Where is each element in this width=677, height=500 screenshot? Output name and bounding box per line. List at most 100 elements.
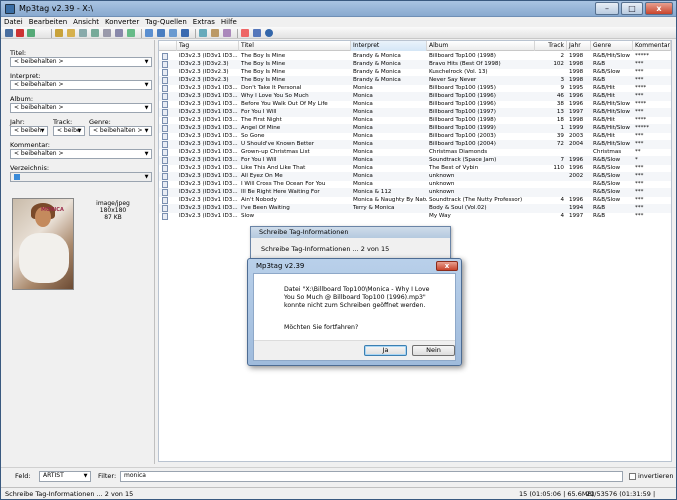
audio-file-icon xyxy=(162,133,168,140)
window-title: Mp3tag v2.39 - X:\ xyxy=(19,4,94,13)
album-cover[interactable]: MONICA xyxy=(12,198,74,290)
artist-combo[interactable]: < beibehalten > ▼ xyxy=(10,80,152,90)
help-icon[interactable] xyxy=(265,29,273,37)
maximize-button[interactable]: □ xyxy=(621,2,643,15)
field-value: ARTIST xyxy=(43,472,64,479)
options-icon[interactable] xyxy=(253,29,261,37)
cell-track: 4 xyxy=(560,213,564,219)
no-button[interactable]: Nein xyxy=(412,345,455,356)
audio-file-icon xyxy=(162,85,168,92)
comment-combo[interactable]: < beibehalten > ▼ xyxy=(10,149,152,159)
menu-tag-quellen[interactable]: Tag-Quellen xyxy=(142,17,190,27)
discogs-icon[interactable] xyxy=(223,29,231,37)
col-comment[interactable]: Kommentar xyxy=(633,41,671,51)
chevron-down-icon: ▼ xyxy=(144,82,149,88)
col-track[interactable]: Track xyxy=(535,41,567,51)
comment-label: Kommentar: xyxy=(10,141,50,149)
track-label: Track: xyxy=(53,118,73,126)
menu-bar: Datei Bearbeiten Ansicht Konverter Tag-Quell… xyxy=(1,17,676,27)
tag-tag-icon[interactable] xyxy=(181,29,189,37)
save-icon[interactable] xyxy=(5,29,13,37)
error-dialog: Mp3tag v2.39 x Datei "X:\Billboard Top10… xyxy=(247,258,462,366)
audio-file-icon xyxy=(162,149,168,156)
menu-bearbeiten[interactable]: Bearbeiten xyxy=(26,17,70,27)
audio-file-icon xyxy=(162,109,168,116)
col-title[interactable]: Titel xyxy=(239,41,351,51)
cell-tag: ID3v2.3 (ID3v1 ID3... xyxy=(179,213,238,219)
audio-file-icon xyxy=(162,53,168,60)
filename-tag-icon[interactable] xyxy=(157,29,165,37)
chevron-down-icon: ▼ xyxy=(144,128,149,134)
status-total: 21/53576 (01:31:59 | 92.4MB) xyxy=(586,490,656,498)
audio-file-icon xyxy=(162,181,168,188)
tag-filename-icon[interactable] xyxy=(145,29,153,37)
genre-combo[interactable]: < beibehalten > ▼ xyxy=(89,126,152,136)
chevron-down-icon: ▼ xyxy=(144,105,149,111)
directory-combo[interactable]: ▼ xyxy=(10,172,152,182)
year-value: < beibeh xyxy=(14,127,42,134)
table-row[interactable]: ID3v2.3 (ID3v1 ID3... Slow My Way 4 1997 R&B *… xyxy=(159,212,671,221)
music-icon[interactable] xyxy=(241,29,249,37)
menu-ansicht[interactable]: Ansicht xyxy=(70,17,102,27)
undo-icon[interactable] xyxy=(27,29,35,37)
toolbar xyxy=(1,27,676,39)
error-dialog-close-button[interactable]: x xyxy=(436,261,458,271)
remove-tag-icon[interactable] xyxy=(16,29,24,37)
col-tag[interactable]: Tag xyxy=(177,41,239,51)
invert-checkbox[interactable] xyxy=(629,473,636,480)
cut-icon[interactable] xyxy=(115,29,123,37)
progress-dialog-title: Schreibe Tag-Informationen xyxy=(251,227,450,238)
menu-konverter[interactable]: Konverter xyxy=(102,17,142,27)
playlist-icon[interactable] xyxy=(79,29,87,37)
album-value: < beibehalten > xyxy=(14,104,64,111)
track-combo[interactable]: < beibe ▼ xyxy=(53,126,85,136)
album-combo[interactable]: < beibehalten > ▼ xyxy=(10,103,152,113)
audio-file-icon xyxy=(162,197,168,204)
col-album[interactable]: Album xyxy=(427,41,535,51)
chevron-down-icon: ▼ xyxy=(77,128,82,134)
chevron-down-icon: ▼ xyxy=(144,174,149,180)
error-message: Datei "X:\Billboard Top100\Monica - Why … xyxy=(284,286,430,309)
chevron-down-icon: ▼ xyxy=(144,151,149,157)
col-artist[interactable]: Interpret xyxy=(351,41,427,51)
paste-icon[interactable] xyxy=(103,29,111,37)
col-year[interactable]: Jahr xyxy=(567,41,591,51)
cell-comment: *** xyxy=(635,213,644,219)
add-folder-icon[interactable] xyxy=(67,29,75,37)
status-bar: Schreibe Tag-Informationen ... 2 von 15 … xyxy=(1,487,676,499)
menu-extras[interactable]: Extras xyxy=(190,17,218,27)
title-combo[interactable]: < beibehalten > ▼ xyxy=(10,57,152,67)
filter-bar: Feld: ARTIST ▼ Filter: monica invertieren xyxy=(1,467,676,485)
cell-title: Slow xyxy=(241,213,255,219)
year-combo[interactable]: < beibeh ▼ xyxy=(10,126,48,136)
filter-input[interactable]: monica xyxy=(120,471,623,482)
close-button[interactable]: x xyxy=(645,2,673,15)
field-combo[interactable]: ARTIST ▼ xyxy=(39,471,91,482)
title-label: Titel: xyxy=(10,49,27,57)
copy-icon[interactable] xyxy=(91,29,99,37)
image-dimensions: 180x180 xyxy=(99,207,127,214)
title-value: < beibehalten > xyxy=(14,58,64,65)
error-dialog-title: Mp3tag v2.39 xyxy=(256,262,305,270)
select-icon[interactable] xyxy=(127,29,135,37)
minimize-button[interactable]: – xyxy=(595,2,619,15)
col-icon[interactable] xyxy=(159,41,177,51)
audio-file-icon xyxy=(162,189,168,196)
genre-value: < beibehalten > xyxy=(93,127,143,134)
genre-label: Genre: xyxy=(89,118,111,126)
open-folder-icon[interactable] xyxy=(55,29,63,37)
chevron-down-icon: ▼ xyxy=(83,473,88,479)
status-left: Schreibe Tag-Informationen ... 2 von 15 xyxy=(5,490,134,498)
amazon-icon[interactable] xyxy=(211,29,219,37)
freedb-icon[interactable] xyxy=(199,29,207,37)
col-genre[interactable]: Genre xyxy=(591,41,633,51)
yes-button[interactable]: Ja xyxy=(364,345,407,356)
filter-label: Filter: xyxy=(98,472,117,480)
image-size: 87 KB xyxy=(104,214,122,221)
menu-hilfe[interactable]: Hilfe xyxy=(218,17,240,27)
text-tag-icon[interactable] xyxy=(169,29,177,37)
directory-label: Verzeichnis: xyxy=(10,164,50,172)
comment-value: < beibehalten > xyxy=(14,150,64,157)
menu-datei[interactable]: Datei xyxy=(1,17,26,27)
table-header: Tag Titel Interpret Album Track Jahr Gen… xyxy=(159,41,671,51)
